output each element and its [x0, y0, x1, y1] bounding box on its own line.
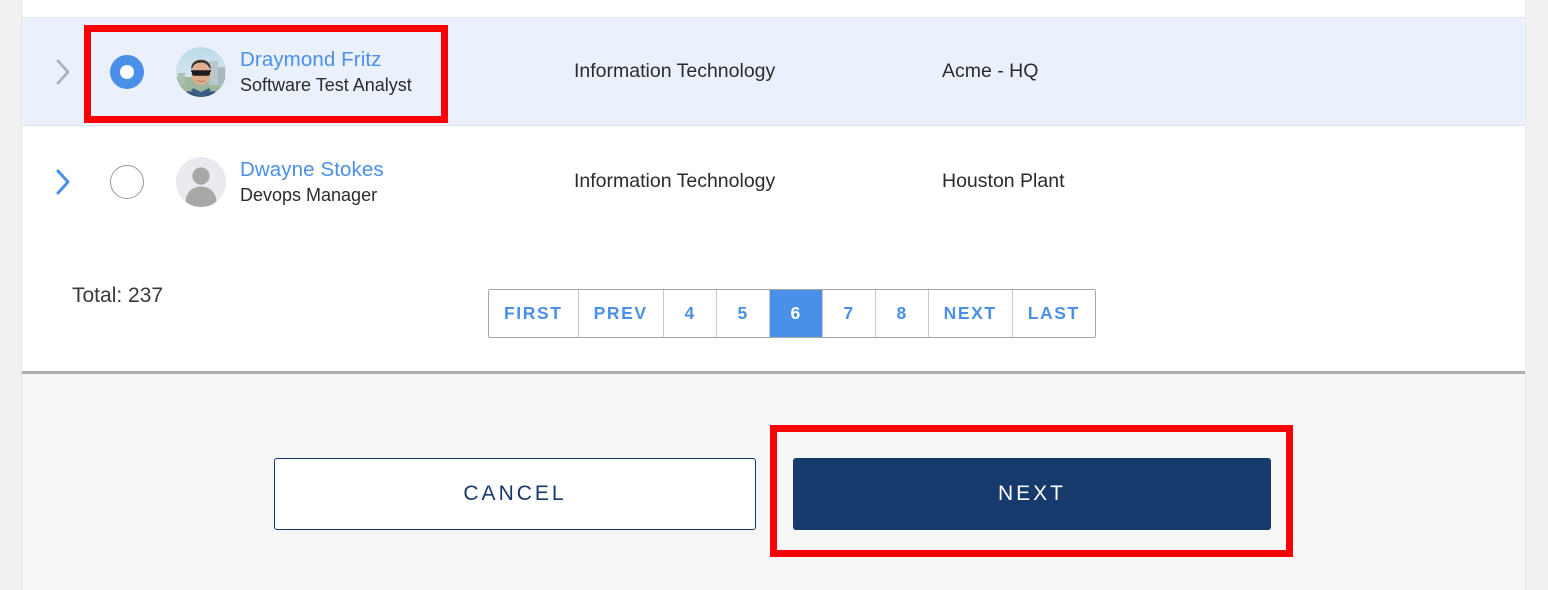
photo-avatar — [176, 46, 226, 97]
placeholder-avatar — [176, 156, 226, 207]
department-cell: Information Technology — [574, 170, 776, 192]
person-cell: Draymond Fritz Software Test Analyst — [158, 46, 574, 97]
radio-button-unselected[interactable] — [110, 164, 144, 199]
pagination-page-7[interactable]: 7 — [822, 290, 876, 337]
department-cell: Information Technology — [574, 60, 776, 82]
row-expand-cell[interactable] — [22, 169, 96, 195]
person-job-title: Software Test Analyst — [240, 74, 412, 95]
pagination-page-8[interactable]: 8 — [875, 290, 929, 337]
pagination[interactable]: FIRST PREV 4 5 6 7 8 NEXT LAST — [488, 289, 1096, 338]
page-right-gutter — [1525, 0, 1548, 590]
pagination-page-6-active[interactable]: 6 — [769, 290, 823, 337]
pagination-strip: Total: 237 FIRST PREV 4 5 6 7 8 NEXT LAS… — [22, 237, 1525, 370]
person-text: Dwayne Stokes Devops Manager — [240, 157, 384, 207]
pagination-last-button[interactable]: LAST — [1012, 290, 1095, 337]
pagination-next-button[interactable]: NEXT — [928, 290, 1013, 337]
location-cell: Houston Plant — [942, 170, 1065, 192]
page-left-gutter — [0, 0, 22, 590]
next-button[interactable]: NEXT — [793, 458, 1271, 530]
chevron-right-icon[interactable] — [56, 169, 71, 195]
pagination-prev-button[interactable]: PREV — [578, 290, 664, 337]
employee-picker-card: Draymond Fritz Software Test Analyst Inf… — [22, 0, 1525, 590]
row-expand-cell[interactable] — [22, 59, 96, 85]
row-radio-cell[interactable] — [96, 164, 158, 199]
person-name-link[interactable]: Draymond Fritz — [240, 47, 412, 73]
table-row[interactable]: Draymond Fritz Software Test Analyst Inf… — [22, 17, 1525, 126]
person-cell: Dwayne Stokes Devops Manager — [158, 156, 574, 207]
cancel-button[interactable]: CANCEL — [274, 458, 756, 530]
total-count-label: Total: 237 — [72, 284, 164, 307]
chevron-right-icon[interactable] — [56, 59, 71, 85]
pagination-page-5[interactable]: 5 — [716, 290, 770, 337]
row-radio-cell[interactable] — [96, 54, 158, 89]
dialog-footer: CANCEL NEXT — [22, 371, 1525, 590]
person-name-link[interactable]: Dwayne Stokes — [240, 157, 384, 183]
pagination-first-button[interactable]: FIRST — [489, 290, 579, 337]
table-row[interactable]: Dwayne Stokes Devops Manager Information… — [22, 126, 1525, 237]
person-job-title: Devops Manager — [240, 184, 378, 205]
person-text: Draymond Fritz Software Test Analyst — [240, 47, 412, 97]
location-cell: Acme - HQ — [942, 60, 1039, 82]
radio-button-selected[interactable] — [110, 54, 144, 89]
page-background: Draymond Fritz Software Test Analyst Inf… — [0, 0, 1548, 590]
pagination-page-4[interactable]: 4 — [663, 290, 717, 337]
